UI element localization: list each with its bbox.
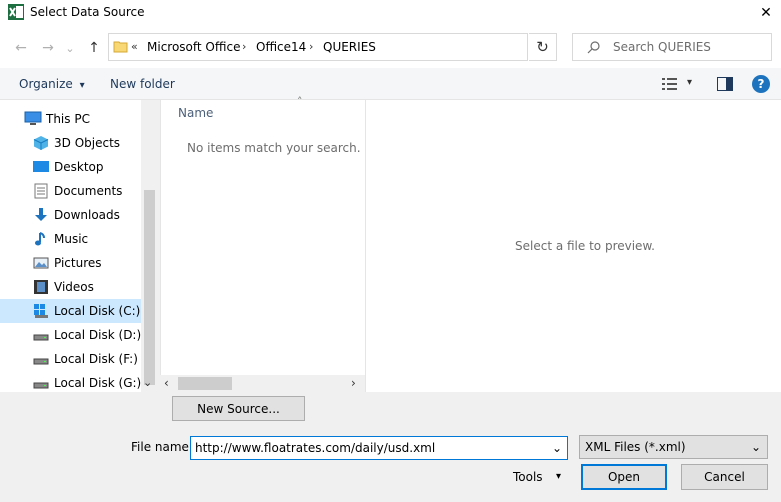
sidebar-item-label: Local Disk (D:): [54, 328, 142, 342]
search-icon: [587, 40, 601, 57]
sidebar-item-label: Pictures: [54, 256, 102, 270]
sidebar-item-label: This PC: [46, 112, 90, 126]
sidebar-item-label: Desktop: [54, 160, 104, 174]
sidebar-item-documents[interactable]: Documents: [0, 179, 141, 203]
documents-icon: [33, 183, 49, 199]
preview-message: Select a file to preview.: [515, 239, 655, 253]
open-button[interactable]: Open: [581, 464, 667, 490]
sidebar-item-desktop[interactable]: Desktop: [0, 155, 141, 179]
sidebar-item-local-disk-g[interactable]: Local Disk (G:): [0, 371, 141, 392]
sidebar-item-local-disk-d[interactable]: Local Disk (D:): [0, 323, 141, 347]
new-folder-button[interactable]: New folder: [110, 77, 175, 91]
view-options-icon[interactable]: [662, 77, 678, 94]
breadcrumb-queries[interactable]: QUERIES: [323, 40, 376, 54]
sidebar-item-pictures[interactable]: Pictures: [0, 251, 141, 275]
close-button[interactable]: ✕: [751, 0, 781, 26]
videos-icon: [33, 279, 49, 295]
organize-arrow-icon: ▾: [79, 80, 85, 91]
folder-icon: [113, 39, 128, 57]
local-disk-icon: [33, 303, 49, 319]
up-button[interactable]: ↑: [84, 38, 104, 58]
sidebar-item-music[interactable]: Music: [0, 227, 141, 251]
tools-button[interactable]: Tools: [513, 470, 543, 484]
sidebar-item-3d-objects[interactable]: 3D Objects: [0, 131, 141, 155]
file-name-value: http://www.floatrates.com/daily/usd.xml: [195, 441, 436, 455]
drive-icon: [33, 375, 49, 391]
forward-button[interactable]: →: [38, 38, 58, 58]
column-header-name[interactable]: Name: [178, 106, 213, 120]
sidebar-item-label: Local Disk (G:): [54, 376, 142, 390]
help-icon[interactable]: ?: [752, 75, 770, 93]
file-list-hscrollbar-thumb[interactable]: [178, 377, 232, 390]
sidebar-scrollbar-thumb[interactable]: [144, 190, 155, 385]
breadcrumb-separator: ›: [242, 40, 247, 53]
sort-indicator-icon: ˄: [297, 95, 303, 108]
chevron-down-icon[interactable]: ⌄: [746, 437, 766, 457]
sidebar-item-downloads[interactable]: Downloads: [0, 203, 141, 227]
breadcrumb-office14[interactable]: Office14: [256, 40, 306, 54]
organize-label: Organize: [19, 77, 73, 91]
cancel-button[interactable]: Cancel: [681, 464, 768, 490]
sidebar-item-label: Music: [54, 232, 89, 246]
chevron-left-icon[interactable]: ‹: [164, 376, 169, 390]
breadcrumb-overflow[interactable]: «: [131, 40, 138, 53]
tools-dropdown-icon[interactable]: ▾: [556, 471, 561, 482]
pictures-icon: [33, 255, 49, 271]
organize-button[interactable]: Organize ▾: [19, 77, 85, 91]
window-title: Select Data Source: [30, 5, 145, 19]
file-type-value: XML Files (*.xml): [585, 440, 686, 454]
sidebar-item-videos[interactable]: Videos: [0, 275, 141, 299]
address-bar[interactable]: « Microsoft Office › Office14 › QUERIES …: [108, 33, 624, 61]
recent-locations-button[interactable]: ⌄: [63, 38, 77, 58]
sidebar-item-label: Downloads: [54, 208, 120, 222]
preview-pane-icon[interactable]: [717, 77, 733, 94]
chevron-down-icon[interactable]: ⌄: [547, 438, 567, 458]
file-name-input[interactable]: http://www.floatrates.com/daily/usd.xml …: [190, 436, 568, 460]
sidebar-item-label: Local Disk (C:): [54, 304, 141, 318]
downloads-icon: [33, 207, 49, 223]
sidebar-item-label: Videos: [54, 280, 94, 294]
drive-icon: [33, 327, 49, 343]
sidebar-item-label: 3D Objects: [54, 136, 121, 150]
view-dropdown-icon[interactable]: ▾: [687, 77, 692, 88]
chevron-right-icon[interactable]: ›: [351, 376, 356, 390]
file-type-select[interactable]: XML Files (*.xml) ⌄: [579, 435, 768, 459]
music-icon: [33, 231, 49, 247]
excel-icon: [8, 4, 24, 20]
chevron-down-icon[interactable]: ⌄: [143, 376, 152, 389]
3d-objects-icon: [33, 135, 49, 151]
breadcrumb-microsoft-office[interactable]: Microsoft Office: [147, 40, 240, 54]
new-source-button[interactable]: New Source...: [172, 396, 305, 421]
drive-icon: [33, 351, 49, 367]
desktop-icon: [33, 159, 49, 175]
pc-icon: [24, 111, 42, 127]
breadcrumb-separator: ›: [309, 40, 314, 53]
sidebar-item-label: Documents: [54, 184, 123, 198]
empty-message: No items match your search.: [187, 141, 361, 155]
sidebar-item-this-pc[interactable]: This PC: [0, 107, 141, 131]
sidebar-item-local-disk-c[interactable]: Local Disk (C:): [0, 299, 141, 323]
back-button[interactable]: ←: [11, 38, 31, 58]
navigation-pane[interactable]: This PC 3D Objects Desktop Documents Dow…: [0, 100, 158, 392]
search-input[interactable]: Search QUERIES: [572, 33, 772, 61]
sidebar-item-local-disk-f[interactable]: Local Disk (F:): [0, 347, 141, 371]
search-placeholder: Search QUERIES: [613, 40, 711, 54]
refresh-button[interactable]: ↻: [529, 33, 557, 61]
file-name-label: File name:: [131, 440, 193, 454]
sidebar-item-label: Local Disk (F:): [54, 352, 138, 366]
